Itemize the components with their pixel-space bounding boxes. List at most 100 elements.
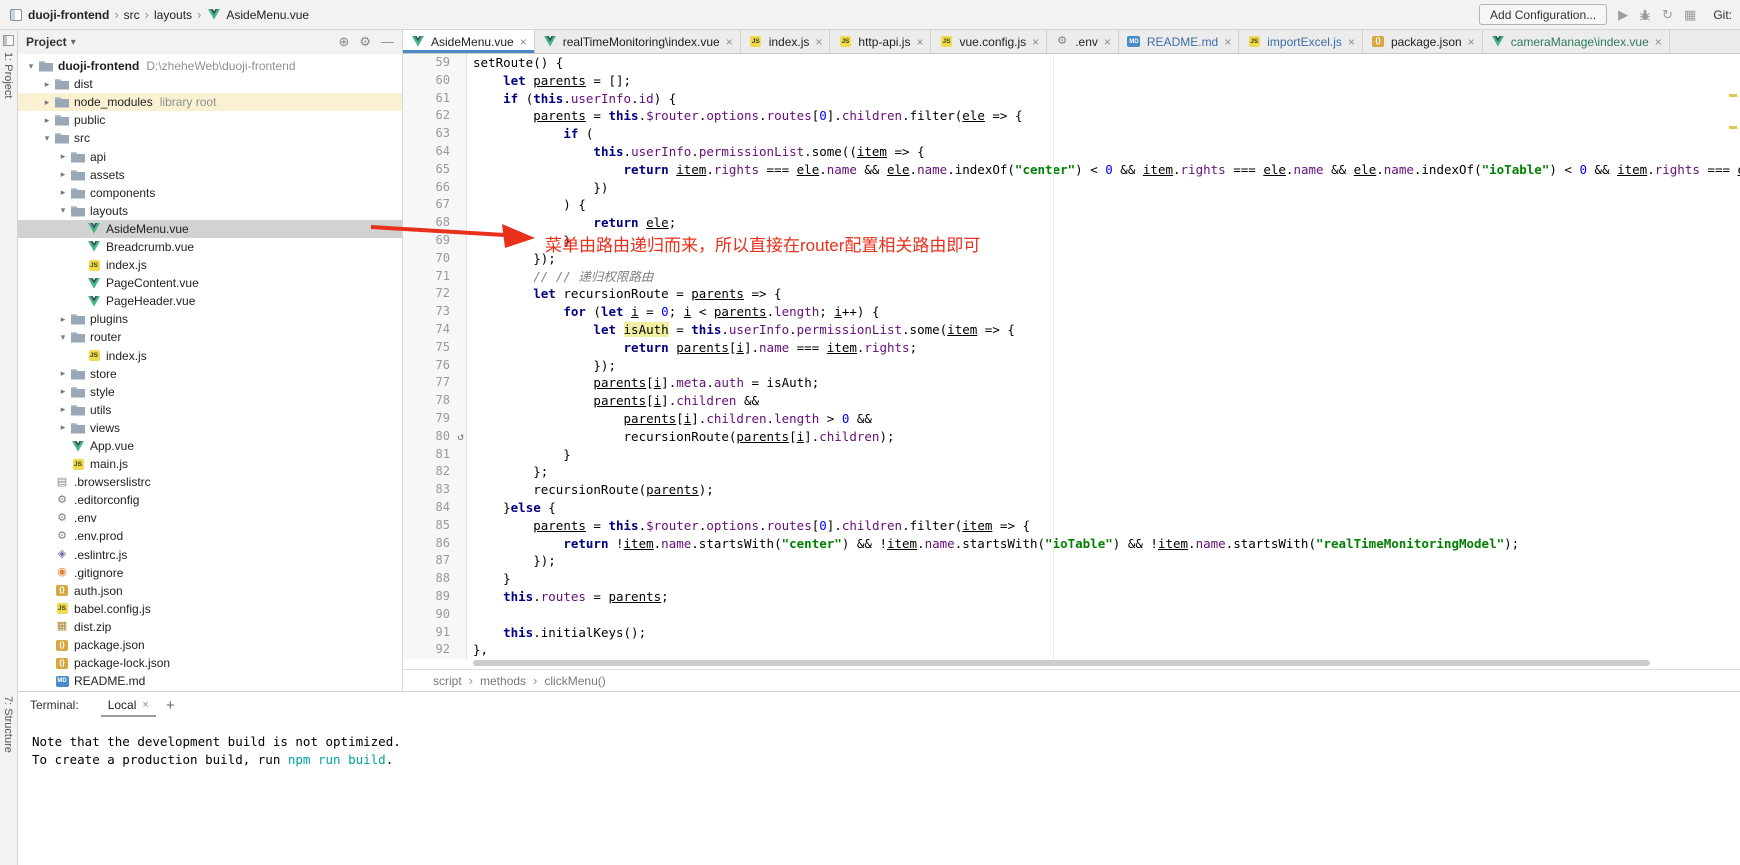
hide-panel-icon[interactable]: —: [381, 34, 394, 50]
tree-item-browserslistrc[interactable]: ▤.browserslistrc: [18, 473, 402, 491]
tree-chevron-icon[interactable]: ▸: [56, 422, 70, 433]
warning-stripe-mark[interactable]: [1729, 94, 1737, 97]
tree-item-node-modules[interactable]: ▸node_moduleslibrary root: [18, 93, 402, 111]
code-line-60[interactable]: 60 let parents = [];: [403, 72, 1740, 90]
tree-item-api[interactable]: ▸api: [18, 147, 402, 165]
tree-item-assets[interactable]: ▸assets: [18, 166, 402, 184]
line-number[interactable]: 89: [403, 588, 467, 606]
close-tab-icon[interactable]: ×: [916, 35, 923, 49]
line-number[interactable]: 92: [403, 641, 467, 659]
tool-window-icon[interactable]: [3, 35, 14, 46]
code-line-82[interactable]: 82 };: [403, 463, 1740, 481]
line-number[interactable]: 67: [403, 196, 467, 214]
new-terminal-tab-button[interactable]: +: [166, 697, 175, 714]
line-number[interactable]: 64: [403, 143, 467, 161]
tree-chevron-icon[interactable]: ▸: [40, 97, 54, 108]
tree-chevron-icon[interactable]: ▸: [40, 79, 54, 90]
line-number[interactable]: 90: [403, 606, 467, 624]
tree-item-env-prod[interactable]: ⚙.env.prod: [18, 527, 402, 545]
close-tab-icon[interactable]: ×: [1468, 35, 1475, 49]
warning-stripe-mark[interactable]: [1729, 126, 1737, 129]
code-line-76[interactable]: 76 });: [403, 357, 1740, 375]
tree-item-package-json[interactable]: {}package.json: [18, 636, 402, 654]
code-line-81[interactable]: 81 }: [403, 446, 1740, 464]
tree-item-dist-zip[interactable]: ▦dist.zip: [18, 618, 402, 636]
code-line-72[interactable]: 72 let recursionRoute = parents => {: [403, 285, 1740, 303]
code-line-80[interactable]: 80↺ recursionRoute(parents[i].children);: [403, 428, 1740, 446]
line-number[interactable]: 91: [403, 624, 467, 642]
code-line-79[interactable]: 79 parents[i].children.length > 0 &&: [403, 410, 1740, 428]
tree-item-public[interactable]: ▸public: [18, 111, 402, 129]
code-line-71[interactable]: 71 // // 递归权限路由: [403, 268, 1740, 286]
code-line-63[interactable]: 63 if (: [403, 125, 1740, 143]
tree-item-asidemenu-vue[interactable]: AsideMenu.vue: [18, 220, 402, 238]
code-line-61[interactable]: 61 if (this.userInfo.id) {: [403, 90, 1740, 108]
line-number[interactable]: 80↺: [403, 428, 467, 446]
tree-chevron-icon[interactable]: ▾: [56, 332, 70, 343]
tree-item-layouts[interactable]: ▾layouts: [18, 202, 402, 220]
close-tab-icon[interactable]: ×: [1348, 35, 1355, 49]
tree-item-auth-json[interactable]: {}auth.json: [18, 582, 402, 600]
editor-tab-vue-config-js[interactable]: JSvue.config.js×: [931, 30, 1047, 53]
code-breadcrumb-script[interactable]: script: [433, 674, 462, 688]
line-number[interactable]: 83: [403, 481, 467, 499]
horizontal-scrollbar[interactable]: [403, 659, 1740, 669]
code-line-83[interactable]: 83 recursionRoute(parents);: [403, 481, 1740, 499]
code-line-68[interactable]: 68 return ele;: [403, 214, 1740, 232]
code-line-75[interactable]: 75 return parents[i].name === item.right…: [403, 339, 1740, 357]
tree-chevron-icon[interactable]: ▸: [56, 314, 70, 325]
tree-item-breadcrumb-vue[interactable]: Breadcrumb.vue: [18, 238, 402, 256]
tree-item-env[interactable]: ⚙.env: [18, 509, 402, 527]
close-terminal-tab-icon[interactable]: ×: [142, 699, 148, 711]
tree-chevron-icon[interactable]: ▸: [56, 151, 70, 162]
tree-item-editorconfig[interactable]: ⚙.editorconfig: [18, 491, 402, 509]
tree-item-router[interactable]: ▾router: [18, 328, 402, 346]
code-line-90[interactable]: 90: [403, 606, 1740, 624]
tree-item-index-js[interactable]: JSindex.js: [18, 256, 402, 274]
grid-icon[interactable]: ▦: [1684, 8, 1696, 21]
close-tab-icon[interactable]: ×: [815, 35, 822, 49]
code-line-87[interactable]: 87 });: [403, 552, 1740, 570]
stripe-project-button[interactable]: 1: Project: [2, 52, 14, 98]
tree-item-eslintrc-js[interactable]: ◈.eslintrc.js: [18, 546, 402, 564]
line-number[interactable]: 65: [403, 161, 467, 179]
editor-tab-index-js[interactable]: JSindex.js×: [741, 30, 831, 53]
code-line-73[interactable]: 73 for (let i = 0; i < parents.length; i…: [403, 303, 1740, 321]
line-number[interactable]: 61: [403, 90, 467, 108]
code-line-65[interactable]: 65 return item.rights === ele.name && el…: [403, 161, 1740, 179]
editor-tab-http-api-js[interactable]: JShttp-api.js×: [830, 30, 931, 53]
close-tab-icon[interactable]: ×: [726, 35, 733, 49]
code-line-86[interactable]: 86 return !item.name.startsWith("center"…: [403, 535, 1740, 553]
editor-tab-realtimemonitoring-index-vue[interactable]: realTimeMonitoring\index.vue×: [535, 30, 741, 53]
line-number[interactable]: 59: [403, 54, 467, 72]
line-number[interactable]: 70: [403, 250, 467, 268]
line-number[interactable]: 71: [403, 268, 467, 286]
breadcrumb-item-layouts[interactable]: layouts: [154, 8, 192, 22]
tree-item-utils[interactable]: ▸utils: [18, 401, 402, 419]
code-line-92[interactable]: 92},: [403, 641, 1740, 659]
code-editor[interactable]: 59setRoute() {60 let parents = [];61 if …: [403, 54, 1740, 659]
tree-chevron-icon[interactable]: ▸: [56, 368, 70, 379]
tree-item-style[interactable]: ▸style: [18, 383, 402, 401]
tree-chevron-icon[interactable]: ▾: [24, 61, 38, 72]
terminal-tab-local[interactable]: Local ×: [101, 694, 156, 717]
line-number[interactable]: 84: [403, 499, 467, 517]
line-number[interactable]: 72: [403, 285, 467, 303]
tree-item-readme-md[interactable]: MDREADME.md: [18, 672, 402, 690]
line-number[interactable]: 78: [403, 392, 467, 410]
tree-item-components[interactable]: ▸components: [18, 184, 402, 202]
tree-chevron-icon[interactable]: ▸: [56, 169, 70, 180]
breadcrumb-item-asidemenu-vue[interactable]: AsideMenu.vue: [206, 8, 309, 22]
code-line-89[interactable]: 89 this.routes = parents;: [403, 588, 1740, 606]
tree-item-babel-config-js[interactable]: JSbabel.config.js: [18, 600, 402, 618]
line-number[interactable]: 75: [403, 339, 467, 357]
line-number[interactable]: 69: [403, 232, 467, 250]
project-panel-title[interactable]: Project: [26, 35, 67, 49]
code-breadcrumb-clickmenu[interactable]: clickMenu(): [544, 674, 605, 688]
line-number[interactable]: 86: [403, 535, 467, 553]
tree-chevron-icon[interactable]: ▾: [40, 133, 54, 144]
code-breadcrumb-methods[interactable]: methods: [480, 674, 526, 688]
tree-item-store[interactable]: ▸store: [18, 365, 402, 383]
code-line-84[interactable]: 84 }else {: [403, 499, 1740, 517]
bug-icon[interactable]: [1639, 9, 1651, 21]
